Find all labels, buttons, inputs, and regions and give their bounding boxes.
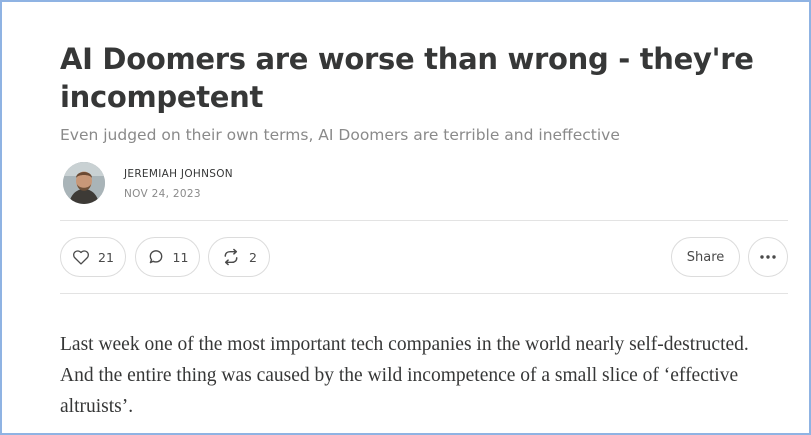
ellipsis-icon: [759, 254, 777, 260]
more-options-button[interactable]: [748, 237, 788, 277]
divider-bottom: [60, 293, 788, 294]
author-avatar[interactable]: [63, 162, 105, 204]
restack-arrows-icon: [221, 248, 241, 266]
post-title: AI Doomers are worse than wrong - they'r…: [60, 42, 754, 114]
author-name[interactable]: JEREMIAH JOHNSON: [124, 168, 233, 180]
restack-button[interactable]: 2: [208, 237, 270, 277]
share-button[interactable]: Share: [671, 237, 740, 277]
comment-bubble-icon: [147, 248, 165, 266]
post-date: NOV 24, 2023: [124, 188, 201, 200]
post-body-paragraph: Last week one of the most important tech…: [60, 334, 749, 417]
like-count: 21: [98, 249, 114, 265]
like-button[interactable]: 21: [60, 237, 126, 277]
avatar-photo: [63, 162, 105, 204]
comment-button[interactable]: 11: [135, 237, 200, 277]
heart-icon: [72, 249, 90, 265]
page-frame: AI Doomers are worse than wrong - they'r…: [0, 0, 811, 435]
divider-top: [60, 220, 788, 221]
restack-count: 2: [249, 249, 257, 265]
post-subtitle: Even judged on their own terms, AI Doome…: [60, 126, 620, 144]
comment-count: 11: [172, 249, 189, 265]
